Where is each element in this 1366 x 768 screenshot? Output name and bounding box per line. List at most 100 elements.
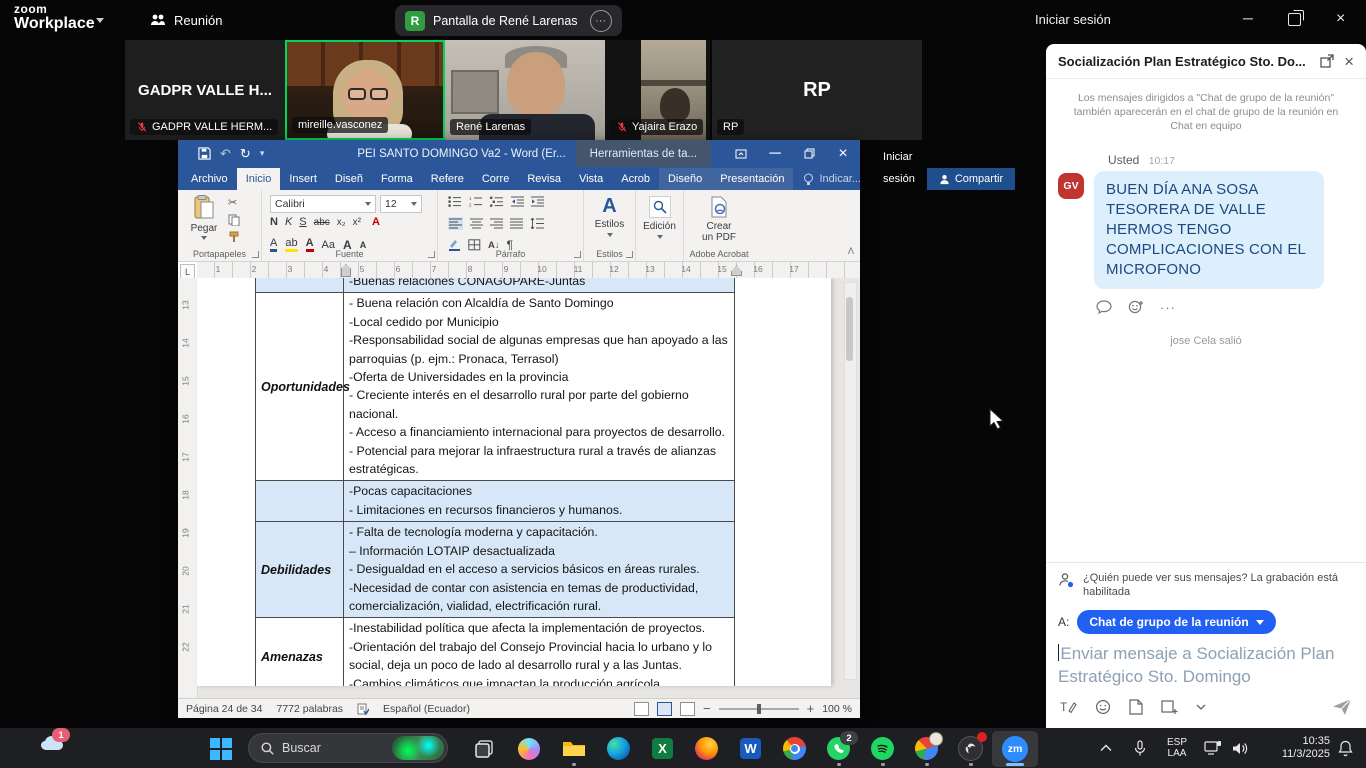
paste-dropdown-icon[interactable] xyxy=(201,236,207,240)
language-indicator[interactable]: Español (Ecuador) xyxy=(383,703,470,715)
tray-mic[interactable] xyxy=(1133,728,1147,768)
whatsapp-button[interactable]: 2 xyxy=(825,735,852,762)
sign-in-link[interactable]: Iniciar sesión xyxy=(1035,12,1111,27)
dialog-launcher-icon[interactable] xyxy=(574,251,581,258)
tray-language[interactable]: ESP LAA xyxy=(1167,728,1187,768)
start-button[interactable] xyxy=(207,735,234,762)
share-options-icon[interactable]: ··· xyxy=(590,10,612,32)
video-tile-rp[interactable]: RP RP xyxy=(712,40,922,140)
tab-vista[interactable]: Vista xyxy=(570,168,612,190)
video-tile-rene[interactable]: René Larenas xyxy=(445,40,605,140)
tab-meeting[interactable]: Reunión xyxy=(150,0,222,40)
dialog-launcher-icon[interactable] xyxy=(428,251,435,258)
proofing-icon[interactable] xyxy=(357,703,369,715)
redo-icon[interactable]: ↻ xyxy=(240,146,251,162)
reply-icon[interactable] xyxy=(1096,300,1112,314)
minimize-button[interactable]: ─ xyxy=(1243,10,1253,26)
format-icon[interactable]: T xyxy=(1060,699,1077,715)
zoom-taskbar-button-active[interactable]: zm xyxy=(992,731,1038,767)
video-tile-mireille-active-speaker[interactable]: mireille.vasconez xyxy=(285,40,445,140)
font-size-combobox[interactable]: 12 xyxy=(380,195,422,213)
decrease-indent-icon[interactable] xyxy=(511,196,524,207)
chevron-down-icon[interactable] xyxy=(96,18,104,23)
increase-indent-icon[interactable] xyxy=(531,196,544,207)
tab-diseno[interactable]: Diseñ xyxy=(326,168,372,190)
share-button[interactable]: Compartir xyxy=(927,168,1015,190)
web-layout-icon[interactable] xyxy=(680,702,695,716)
tell-me-box[interactable]: Indicar... xyxy=(793,168,871,190)
shrink-font-button[interactable]: A xyxy=(360,240,367,250)
emoji-icon[interactable] xyxy=(1095,699,1111,715)
tab-correspondencia[interactable]: Corre xyxy=(473,168,519,190)
undo-icon[interactable]: ↶ xyxy=(220,146,231,162)
swot-table[interactable]: -Buenas relaciones CONAGOPARE-JuntasOpor… xyxy=(255,278,735,686)
bullet-list-icon[interactable] xyxy=(448,196,462,207)
copilot-button[interactable] xyxy=(515,735,542,762)
read-mode-icon[interactable] xyxy=(634,702,649,716)
font-name-combobox[interactable]: Calibri xyxy=(270,195,376,213)
italic-button[interactable]: K xyxy=(285,216,292,228)
page-indicator[interactable]: Página 24 de 34 xyxy=(186,703,262,715)
document-page[interactable]: -Buenas relaciones CONAGOPARE-JuntasOpor… xyxy=(197,278,831,686)
restore-button[interactable] xyxy=(1288,13,1301,26)
video-tile-gadpr[interactable]: GADPR VALLE H... GADPR VALLE HERM... xyxy=(125,40,285,140)
onedrive-tray-icon[interactable]: 1 xyxy=(40,734,66,752)
align-right-icon[interactable] xyxy=(490,218,503,229)
tab-acrobat[interactable]: Acrob xyxy=(612,168,659,190)
edge-button[interactable] xyxy=(605,735,632,762)
word-button[interactable]: W xyxy=(737,735,764,762)
send-icon[interactable] xyxy=(1332,698,1352,716)
zoom-level[interactable]: 100 % xyxy=(822,703,852,715)
zoom-slider[interactable] xyxy=(719,708,799,710)
tab-formato[interactable]: Forma xyxy=(372,168,422,190)
dialog-launcher-icon[interactable] xyxy=(252,251,259,258)
text-effects-icon[interactable]: A xyxy=(372,216,380,228)
tab-table-design[interactable]: Diseño xyxy=(659,168,711,190)
superscript-button[interactable]: x² xyxy=(353,217,361,228)
print-layout-icon[interactable] xyxy=(657,702,672,716)
tab-referencias[interactable]: Refere xyxy=(422,168,473,190)
excel-button[interactable]: X xyxy=(649,735,676,762)
cut-icon[interactable]: ✂ xyxy=(228,196,240,209)
search-highlight-image[interactable] xyxy=(392,736,444,760)
video-tile-yajaira[interactable]: Yajaira Erazo xyxy=(605,40,710,140)
save-icon[interactable] xyxy=(198,147,211,160)
word-sign-in[interactable]: Iniciar sesión xyxy=(871,146,927,190)
line-spacing-icon[interactable] xyxy=(530,218,544,229)
align-center-icon[interactable] xyxy=(470,218,483,229)
collapse-ribbon-icon[interactable]: ᐱ xyxy=(848,246,854,257)
tray-chevron[interactable] xyxy=(1100,728,1112,768)
customize-quick-access-icon[interactable]: ▾ xyxy=(260,148,266,159)
pop-out-icon[interactable] xyxy=(1320,54,1334,68)
horizontal-ruler[interactable]: 1234567891011121314151617 xyxy=(197,262,860,279)
close-button[interactable]: × xyxy=(1336,10,1345,28)
word-count[interactable]: 7772 palabras xyxy=(276,703,343,715)
format-painter-icon[interactable] xyxy=(228,231,240,243)
editing-button[interactable]: Edición xyxy=(636,190,683,261)
emoji-reaction-icon[interactable] xyxy=(1128,299,1144,315)
tray-notifications[interactable] xyxy=(1338,728,1353,768)
justify-icon[interactable] xyxy=(510,218,523,229)
chrome-profile-button[interactable] xyxy=(913,735,940,762)
align-left-icon[interactable] xyxy=(448,217,463,230)
tab-insertar[interactable]: Insert xyxy=(280,168,326,190)
copy-icon[interactable] xyxy=(228,214,240,226)
chrome-button[interactable] xyxy=(781,735,808,762)
screenshot-icon[interactable] xyxy=(1161,700,1178,715)
dialog-launcher-icon[interactable] xyxy=(626,251,633,258)
tray-cast[interactable] xyxy=(1204,728,1222,768)
word-minimize-button[interactable]: ─ xyxy=(758,140,792,167)
subscript-button[interactable]: x₂ xyxy=(337,217,346,228)
tab-revisar[interactable]: Revisa xyxy=(518,168,570,190)
task-view-button[interactable] xyxy=(470,735,497,762)
ribbon-display-options-icon[interactable] xyxy=(724,140,758,167)
tab-archivo[interactable]: Archivo xyxy=(182,168,237,190)
tab-inicio[interactable]: Inicio xyxy=(237,168,281,190)
zoom-slider-thumb[interactable] xyxy=(757,704,761,714)
attach-file-icon[interactable] xyxy=(1129,699,1143,715)
vertical-ruler[interactable]: 13141516171819202122 xyxy=(178,278,198,698)
taskbar-search[interactable]: Buscar xyxy=(248,733,448,763)
document-area[interactable]: 13141516171819202122 -Buenas relaciones … xyxy=(178,278,860,698)
paste-button[interactable]: Pegar xyxy=(184,195,224,247)
message-input[interactable]: Enviar mensaje a Socialización Plan Estr… xyxy=(1046,638,1366,688)
